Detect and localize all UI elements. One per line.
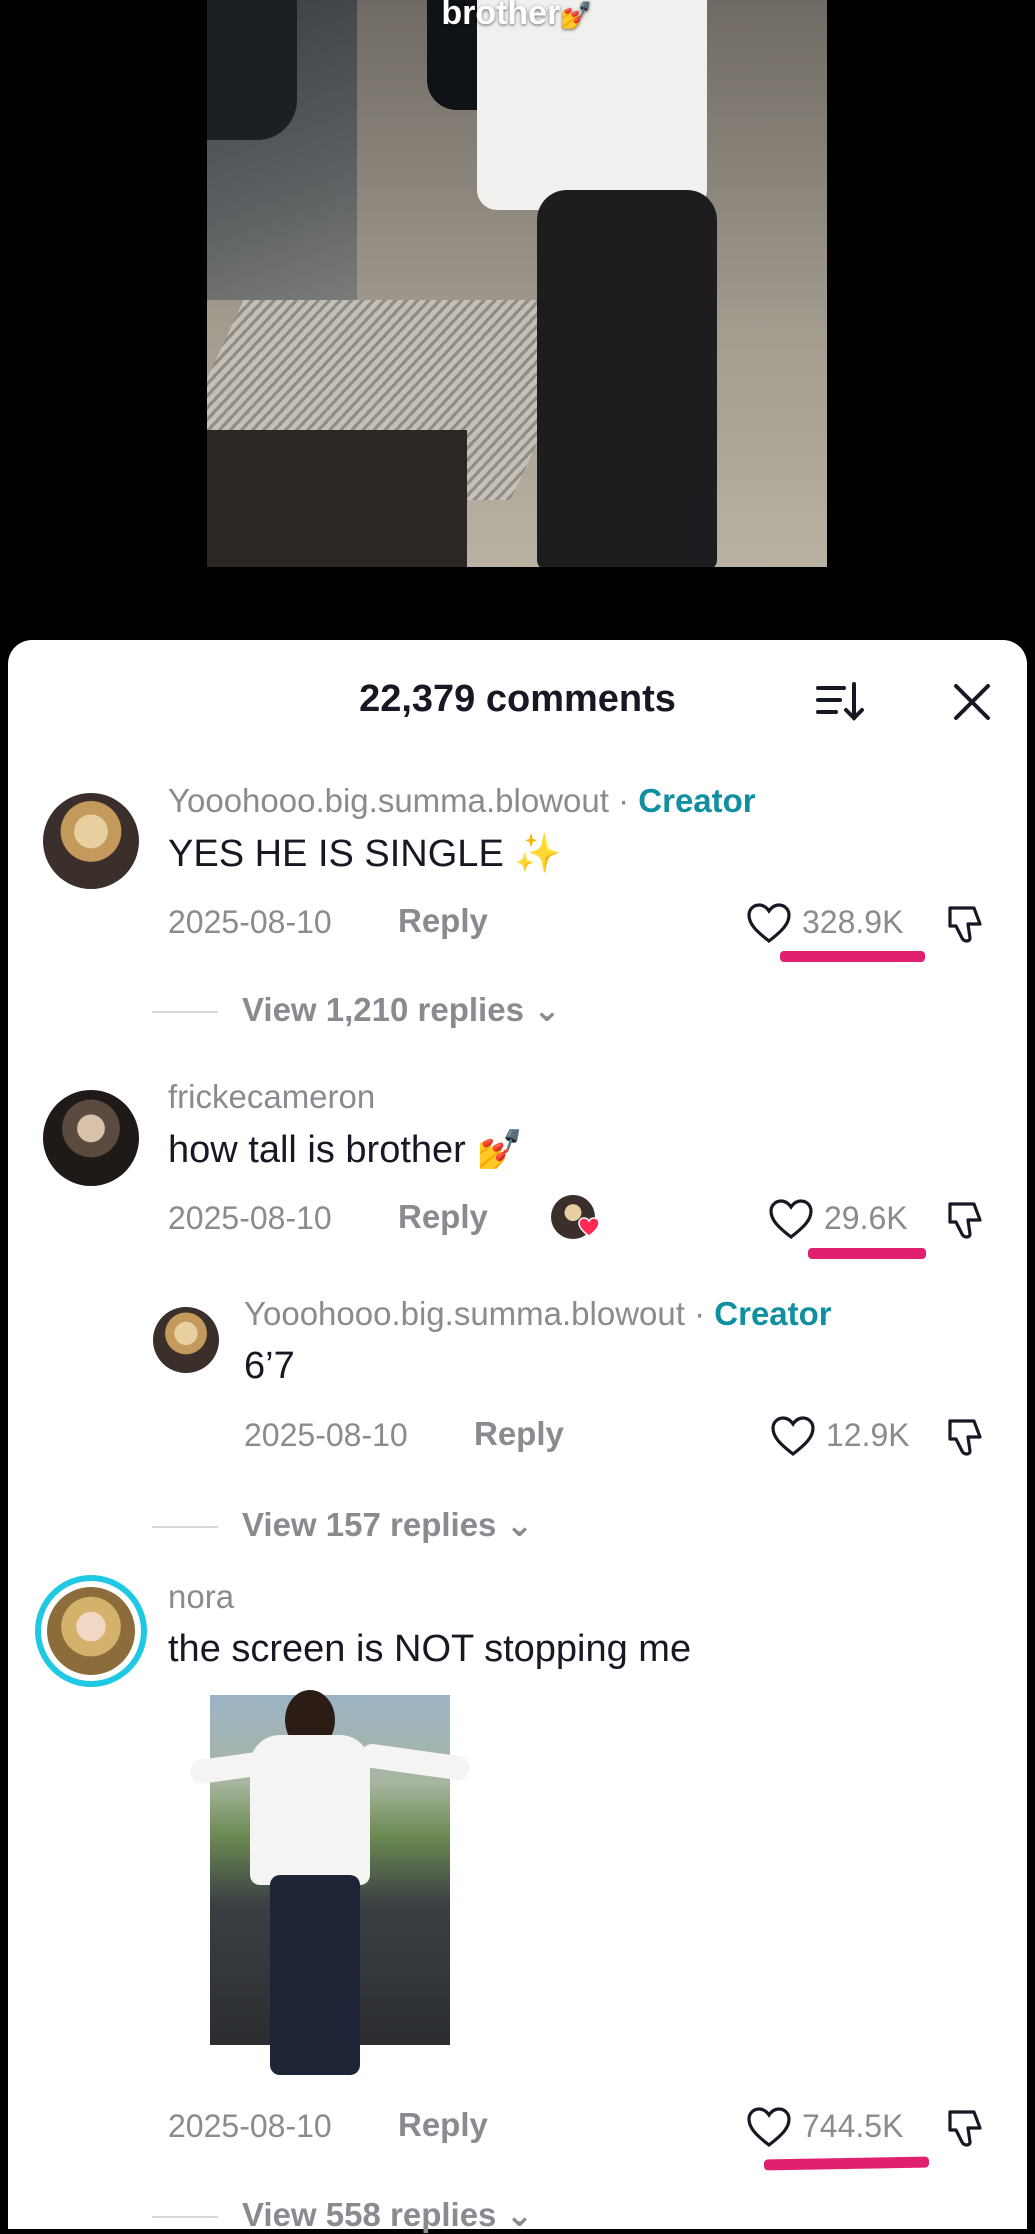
comments-header: 22,379 comments bbox=[8, 640, 1027, 760]
highlight-underline bbox=[780, 951, 925, 962]
comment-sticker-image[interactable] bbox=[188, 1690, 480, 2095]
comment-text: the screen is NOT stopping me bbox=[168, 1628, 692, 1670]
like-count: 29.6K bbox=[824, 1200, 908, 1236]
comments-sheet: 22,379 comments Yooohooo.big.summa.blowo… bbox=[8, 640, 1027, 2233]
reply-button[interactable]: Reply bbox=[398, 2106, 488, 2144]
comment-count: 22,379 comments bbox=[359, 678, 676, 720]
sticker-person-legs bbox=[270, 1875, 360, 2075]
like-button[interactable]: 12.9K bbox=[770, 1415, 930, 1459]
dislike-icon[interactable] bbox=[944, 902, 988, 946]
comment-username[interactable]: nora bbox=[168, 1578, 234, 1616]
ground-shadow bbox=[207, 430, 467, 567]
like-count: 744.5K bbox=[802, 2108, 904, 2144]
reply-button[interactable]: Reply bbox=[398, 902, 488, 940]
highlight-underline bbox=[763, 2156, 930, 2171]
reply-text: 6’7 bbox=[244, 1345, 295, 1387]
heart-icon bbox=[771, 1416, 815, 1457]
comment-username[interactable]: Yooohooo.big.summa.blowout · Creator bbox=[168, 782, 756, 820]
sort-icon[interactable] bbox=[814, 680, 866, 724]
heart-icon bbox=[747, 903, 791, 944]
heart-icon bbox=[747, 2107, 791, 2148]
username-text[interactable]: Yooohooo.big.summa.blowout bbox=[244, 1295, 685, 1332]
view-replies-label[interactable]: View 558 replies bbox=[242, 2196, 496, 2233]
avatar[interactable] bbox=[43, 793, 139, 889]
like-button[interactable]: 328.9K bbox=[746, 902, 926, 946]
view-replies-button[interactable]: View 558 replies ⌄ bbox=[152, 2195, 533, 2234]
separator-dot: · bbox=[608, 782, 639, 819]
creator-badge: Creator bbox=[638, 782, 756, 819]
replies-divider bbox=[152, 1011, 218, 1014]
separator-dot: · bbox=[684, 1295, 715, 1332]
close-icon[interactable] bbox=[950, 680, 994, 724]
reply-button[interactable]: Reply bbox=[474, 1415, 564, 1453]
person-pants bbox=[537, 190, 717, 567]
chevron-down-icon: ⌄ bbox=[505, 1506, 534, 1543]
highlight-underline bbox=[808, 1248, 926, 1259]
view-replies-button[interactable]: View 1,210 replies ⌄ bbox=[152, 990, 561, 1029]
like-button[interactable]: 29.6K bbox=[768, 1198, 928, 1242]
replies-divider bbox=[152, 1526, 218, 1529]
video-frame[interactable]: brother💅 bbox=[207, 0, 827, 567]
like-count: 328.9K bbox=[802, 904, 904, 940]
reply-date: 2025-08-10 bbox=[244, 1417, 408, 1453]
video-player[interactable]: brother💅 bbox=[0, 0, 1035, 650]
view-replies-label[interactable]: View 1,210 replies bbox=[242, 991, 524, 1028]
comment-username[interactable]: frickecameron bbox=[168, 1078, 375, 1116]
chevron-down-icon: ⌄ bbox=[505, 2196, 534, 2233]
dislike-icon[interactable] bbox=[944, 1198, 988, 1242]
like-count: 12.9K bbox=[826, 1417, 910, 1453]
creator-badge: Creator bbox=[714, 1295, 832, 1332]
chevron-down-icon: ⌄ bbox=[533, 991, 561, 1028]
video-caption-text: brother bbox=[441, 0, 561, 32]
username-text[interactable]: Yooohooo.big.summa.blowout bbox=[168, 782, 609, 819]
video-caption: brother💅 bbox=[207, 0, 827, 33]
reply-avatar[interactable] bbox=[153, 1307, 219, 1373]
heart-icon bbox=[769, 1199, 813, 1240]
view-replies-button[interactable]: View 157 replies ⌄ bbox=[152, 1505, 533, 1544]
comment-date: 2025-08-10 bbox=[168, 904, 332, 940]
avatar[interactable] bbox=[43, 1090, 139, 1186]
avatar[interactable] bbox=[47, 1587, 135, 1675]
like-button[interactable]: 744.5K bbox=[746, 2106, 926, 2150]
comment-text: how tall is brother 💅 bbox=[168, 1129, 524, 1171]
replies-divider bbox=[152, 2216, 218, 2219]
dislike-icon[interactable] bbox=[944, 2106, 988, 2150]
reply-username[interactable]: Yooohooo.big.summa.blowout · Creator bbox=[244, 1295, 832, 1333]
dislike-icon[interactable] bbox=[944, 1415, 988, 1459]
video-caption-emoji: 💅 bbox=[560, 0, 593, 30]
reply-button[interactable]: Reply bbox=[398, 1198, 488, 1236]
view-replies-label[interactable]: View 157 replies bbox=[242, 1506, 496, 1543]
comment-date: 2025-08-10 bbox=[168, 1200, 332, 1236]
comment-text: YES HE IS SINGLE ✨ bbox=[168, 833, 562, 875]
creator-liked-heart-icon bbox=[578, 1217, 600, 1237]
comment-date: 2025-08-10 bbox=[168, 2108, 332, 2144]
